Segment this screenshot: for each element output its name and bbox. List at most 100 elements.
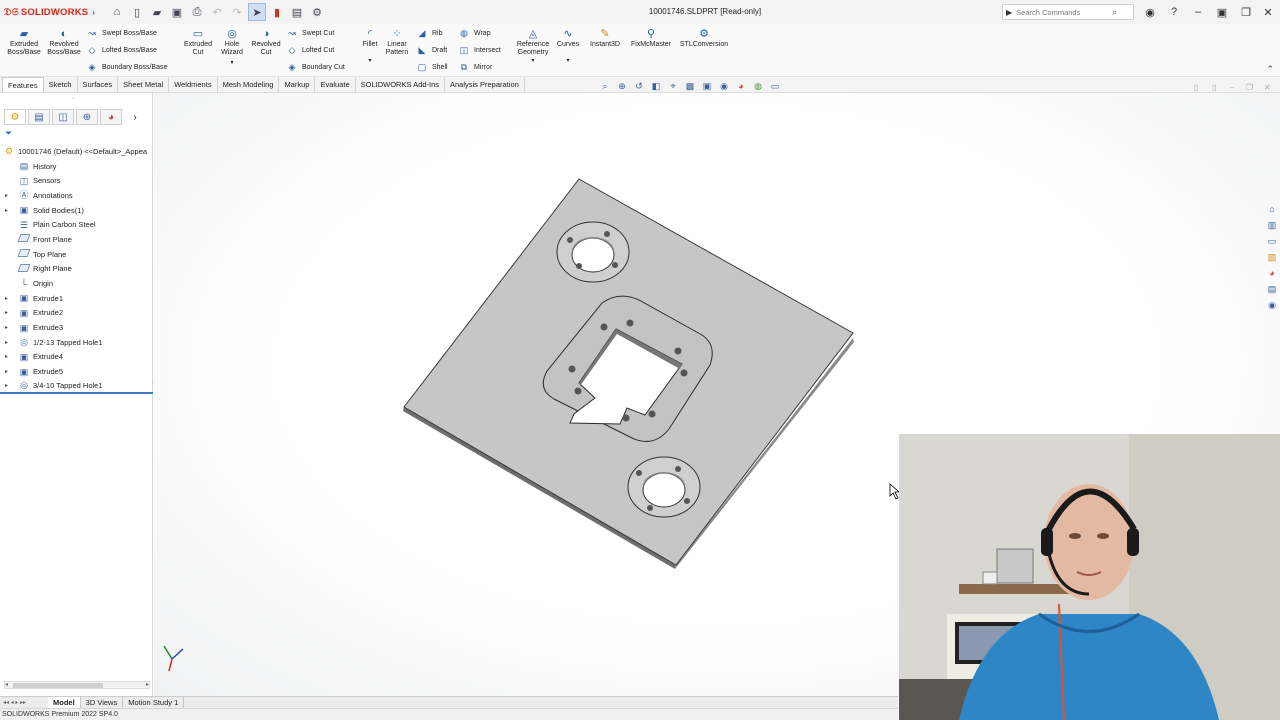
viewport-split-icon[interactable]: ▯ <box>1212 83 1216 92</box>
curves-button[interactable]: ∿ Curves ▾ <box>554 26 582 65</box>
view-settings-icon[interactable]: ▭ <box>768 80 782 92</box>
custom-properties-icon[interactable]: ▤ <box>1266 283 1278 295</box>
tree-item-right-plane[interactable]: Right Plane <box>0 262 153 277</box>
tree-root-part[interactable]: ⚙ 10001746 (Default) <<Default>_Appea <box>0 144 153 159</box>
tree-item-tapped-hole-half[interactable]: ▸ ◎ 1/2-13 Tapped Hole1 <box>0 335 153 350</box>
tree-item-solid-bodies[interactable]: ▸ ▣ Solid Bodies(1) <box>0 203 153 218</box>
extruded-cut-button[interactable]: ▭ Extruded Cut <box>178 26 218 57</box>
tab-features[interactable]: Features <box>2 77 44 92</box>
zoom-to-fit-icon[interactable]: ⌕ <box>598 80 612 92</box>
dropdown-arrow-icon[interactable]: ▾ <box>216 59 248 67</box>
tab-evaluate[interactable]: Evaluate <box>315 77 356 92</box>
intersect-button[interactable]: ◫ Intersect <box>458 44 501 56</box>
panel-grip-icon[interactable]: ◦ <box>72 96 74 102</box>
viewport-minimize-icon[interactable]: – <box>1230 83 1234 92</box>
search-icon[interactable]: ⌕ <box>1112 7 1117 18</box>
reference-geometry-button[interactable]: ◬ Reference Geometry ▾ <box>512 26 554 65</box>
draft-button[interactable]: ◣ Draft <box>416 44 448 56</box>
collapse-ribbon-icon[interactable]: ⌃ <box>1266 64 1274 75</box>
dropdown-arrow-icon[interactable]: ▾ <box>554 57 582 65</box>
tree-item-extrude3[interactable]: ▸ ▣ Extrude3 <box>0 320 153 335</box>
undo-icon[interactable]: ↶ <box>208 3 226 21</box>
minimize-icon[interactable]: – <box>1188 3 1208 21</box>
expand-arrow-icon[interactable]: ▸ <box>5 353 8 360</box>
scroll-right-icon[interactable]: ▸ <box>146 681 149 688</box>
print-icon[interactable]: ⎙ <box>188 3 206 21</box>
viewport-close-icon[interactable]: ✕ <box>1264 83 1271 92</box>
configuration-manager-tab-icon[interactable]: ◫ <box>52 109 74 125</box>
dropdown-arrow-icon[interactable]: ▾ <box>356 57 384 65</box>
expand-arrow-icon[interactable]: ▸ <box>5 207 8 214</box>
search-input[interactable] <box>1016 7 1113 17</box>
feature-manager-tab-icon[interactable]: ⚙ <box>4 109 26 125</box>
boundary-cut-button[interactable]: ◈ Boundary Cut <box>286 61 345 73</box>
shell-button[interactable]: ▢ Shell <box>416 61 448 73</box>
tree-item-tapped-hole-three-quarter[interactable]: ▸ ◎ 3/4-10 Tapped Hole1 <box>0 379 153 394</box>
lofted-boss-button[interactable]: ◇ Lofted Boss/Base <box>86 44 157 56</box>
extruded-boss-button[interactable]: ▰ Extruded Boss/Base <box>4 26 44 57</box>
apply-scene-icon[interactable]: ◍ <box>751 80 765 92</box>
fillet-button[interactable]: ◜ Fillet ▾ <box>356 26 384 65</box>
counterbore-top[interactable] <box>556 221 630 283</box>
close-icon[interactable]: ✕ <box>1258 3 1278 21</box>
help-icon[interactable]: ? <box>1164 3 1184 21</box>
expand-arrow-icon[interactable]: ▸ <box>5 295 8 302</box>
rib-button[interactable]: ◢ Rib <box>416 27 443 39</box>
viewport-icon[interactable]: ▯ <box>1194 83 1198 92</box>
view-orientation-icon[interactable]: ▩ <box>683 80 697 92</box>
tree-item-extrude4[interactable]: ▸ ▣ Extrude4 <box>0 350 153 365</box>
tab-sheet-metal[interactable]: Sheet Metal <box>118 77 170 92</box>
revolved-boss-button[interactable]: ◐ Revolved Boss/Base <box>44 26 84 57</box>
property-manager-tab-icon[interactable]: ▤ <box>28 109 50 125</box>
stlconversion-button[interactable]: ⚙ STLConversion <box>678 26 730 49</box>
tab-scroll-arrows-icon[interactable]: ◂◂ ◂ ▸ ▸▸ <box>0 699 48 706</box>
hole-wizard-button[interactable]: ◎ Hole Wizard ▾ <box>216 26 248 67</box>
tree-item-annotations[interactable]: ▸ Ⓐ Annotations <box>0 188 153 203</box>
tree-item-material[interactable]: ☰ Plain Carbon Steel <box>0 217 153 232</box>
user-account-icon[interactable]: ◉ <box>1140 3 1160 21</box>
open-folder-icon[interactable]: ▰ <box>148 3 166 21</box>
view-palette-icon[interactable]: ▧ <box>1266 251 1278 263</box>
tab-solidworks-addins[interactable]: SOLIDWORKS Add-Ins <box>356 77 445 92</box>
solidworks-logo[interactable]: 𝔇𝔖 SOLIDWORKS › <box>0 7 95 18</box>
fixmcmaster-button[interactable]: ⚲ FixMcMaster <box>628 26 674 49</box>
revolved-cut-button[interactable]: ◑ Revolved Cut <box>248 26 284 57</box>
tab-weldments[interactable]: Weldments <box>169 77 218 92</box>
previous-view-icon[interactable]: ↺ <box>632 80 646 92</box>
select-arrow-icon[interactable]: ➤ <box>248 3 266 21</box>
file-properties-icon[interactable]: ▤ <box>288 3 306 21</box>
swept-boss-button[interactable]: ↝ Swept Boss/Base <box>86 27 157 39</box>
tab-3d-views[interactable]: 3D Views <box>81 696 124 709</box>
tree-item-extrude5[interactable]: ▸ ▣ Extrude5 <box>0 364 153 379</box>
redo-icon[interactable]: ↷ <box>228 3 246 21</box>
counterbore-bottom[interactable] <box>627 456 701 518</box>
expand-arrow-icon[interactable]: ▸ <box>5 324 8 331</box>
save-icon[interactable]: ▣ <box>168 3 186 21</box>
new-document-icon[interactable]: ▯ <box>128 3 146 21</box>
design-library-icon[interactable]: ▥ <box>1266 219 1278 231</box>
tree-horizontal-scrollbar[interactable]: ◂ ▸ <box>4 681 150 689</box>
expand-arrow-icon[interactable]: ▸ <box>5 382 8 389</box>
swept-cut-button[interactable]: ↝ Swept Cut <box>286 27 334 39</box>
menu-arrow-icon[interactable]: › <box>92 8 95 17</box>
tree-item-history[interactable]: ▤ History <box>0 159 153 174</box>
scrollbar-thumb[interactable] <box>13 683 103 688</box>
rebuild-icon[interactable]: ▮ <box>268 3 286 21</box>
display-style-icon[interactable]: ▣ <box>700 80 714 92</box>
solidworks-forum-icon[interactable]: ◉ <box>1266 299 1278 311</box>
tab-motion-study[interactable]: Motion Study 1 <box>123 696 185 709</box>
tree-item-extrude2[interactable]: ▸ ▣ Extrude2 <box>0 306 153 321</box>
wrap-button[interactable]: ◍ Wrap <box>458 27 491 39</box>
lofted-cut-button[interactable]: ◇ Lofted Cut <box>286 44 335 56</box>
tab-model[interactable]: Model <box>48 696 81 709</box>
mirror-button[interactable]: ⧉ Mirror <box>458 61 493 73</box>
tab-surfaces[interactable]: Surfaces <box>78 77 119 92</box>
tab-markup[interactable]: Markup <box>279 77 316 92</box>
edit-appearance-icon[interactable]: ◕ <box>734 80 748 92</box>
tree-item-top-plane[interactable]: Top Plane <box>0 247 153 262</box>
display-manager-tab-icon[interactable]: ◕ <box>100 109 122 125</box>
dimxpert-tab-icon[interactable]: ⊕ <box>76 109 98 125</box>
instant3d-button[interactable]: ✎ Instant3D <box>586 26 624 49</box>
dynamic-annotation-icon[interactable]: ⌖ <box>666 80 680 92</box>
section-view-icon[interactable]: ◧ <box>649 80 663 92</box>
